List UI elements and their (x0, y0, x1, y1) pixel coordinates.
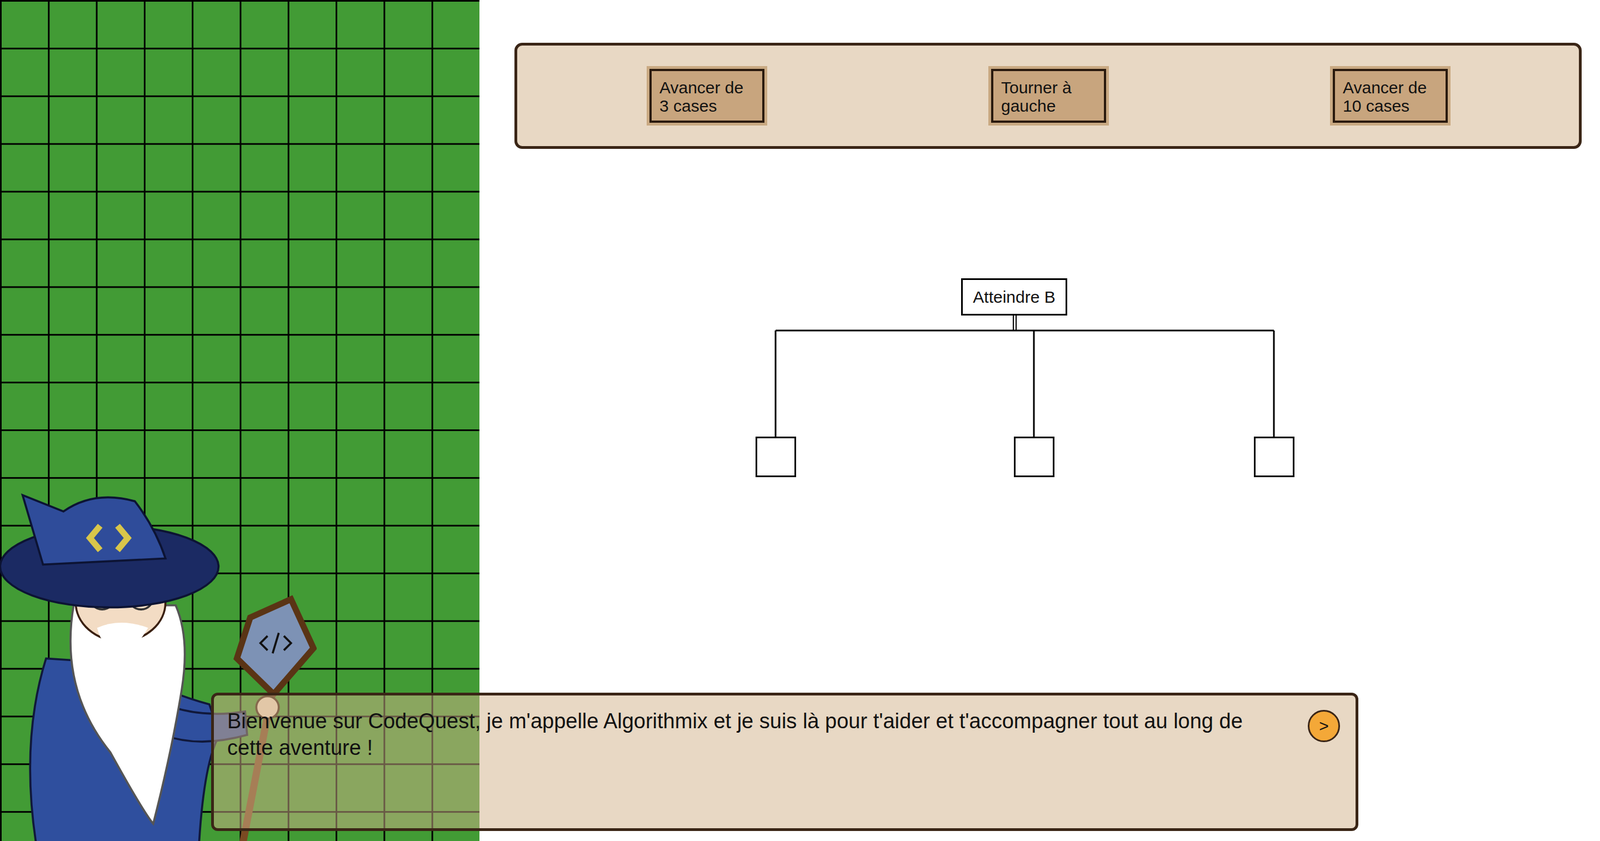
dialog-box: Bienvenue sur CodeQuest, je m'appelle Al… (211, 692, 1359, 832)
code-symbol-icon (272, 632, 279, 654)
dialog-text: Bienvenue sur CodeQuest, je m'appelle Al… (227, 707, 1286, 762)
moustache-icon (97, 622, 149, 657)
empty-slot[interactable] (1253, 436, 1295, 478)
hat-emblem-icon (117, 525, 128, 550)
root-connector (1015, 315, 1017, 331)
hat-icon (22, 495, 166, 565)
code-symbol-icon (260, 636, 268, 651)
command-block[interactable]: Tourner à gauche (988, 66, 1109, 126)
child-connector (1273, 330, 1275, 437)
command-block-label: Tourner à gauche (991, 68, 1107, 123)
staff-crystal-icon (236, 599, 314, 695)
game-screen: Avancer de 3 cases Tourner à gauche Avance… (0, 0, 1600, 841)
empty-slot[interactable] (755, 436, 797, 478)
empty-slot[interactable] (1013, 436, 1055, 478)
command-block-label: Avancer de 3 cases (649, 68, 765, 123)
root-connector (1012, 315, 1014, 331)
beard-icon (70, 605, 185, 824)
goal-node[interactable]: Atteindre B (961, 278, 1068, 316)
block-palette: Avancer de 3 cases Tourner à gauche Avance… (514, 42, 1582, 149)
hat-emblem-icon (90, 525, 100, 550)
command-block-label: Avancer de 10 cases (1332, 68, 1448, 123)
child-connector (775, 330, 777, 437)
next-button[interactable]: > (1307, 710, 1340, 743)
child-connector (1033, 330, 1035, 437)
branch-line (775, 330, 1274, 332)
command-block[interactable]: Avancer de 10 cases (1330, 66, 1451, 126)
command-block[interactable]: Avancer de 3 cases (646, 66, 768, 126)
code-symbol-icon (283, 636, 292, 651)
